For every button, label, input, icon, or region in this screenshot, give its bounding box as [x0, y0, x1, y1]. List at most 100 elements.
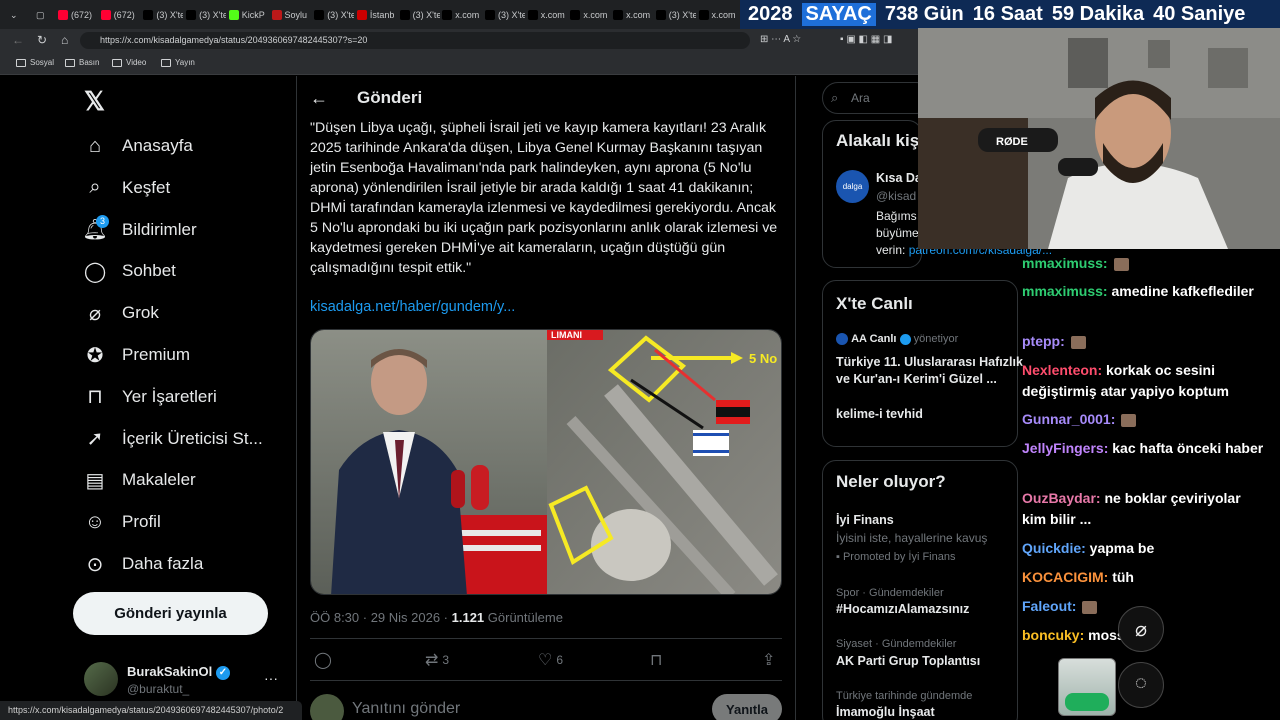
kick-icon	[228, 10, 239, 20]
webcam-image: RØDE	[918, 28, 1280, 249]
browser-tab[interactable]: (3) X'te	[186, 5, 226, 25]
trend-name[interactable]: #HocamızıAlamazsınız	[836, 602, 969, 616]
sidebar-item-bookmark[interactable]: ⊓ Yer İşaretleri	[84, 382, 217, 412]
back-arrow-icon[interactable]: ←	[310, 88, 328, 109]
grok-button[interactable]: ⌀	[1118, 606, 1164, 652]
browser-tab[interactable]: (3) X'te	[143, 5, 183, 25]
countdown-overlay: 2028 SAYAÇ 738 Gün 16 Saat 59 Dakika 40 …	[740, 0, 1280, 29]
like-button[interactable]: ♡ 6	[538, 650, 563, 670]
bookmark-video[interactable]: Video	[112, 58, 146, 67]
chat-username[interactable]: ptepp:	[1022, 333, 1065, 349]
avatar[interactable]	[84, 662, 118, 696]
reply-button[interactable]: ◯	[314, 650, 332, 670]
sidebar-item-home[interactable]: ⌂ Anasayfa	[84, 131, 193, 161]
counter-hours: 16 Saat	[972, 3, 1043, 25]
browser-tab[interactable]: (3) X'te	[655, 5, 696, 25]
workspace-icon[interactable]: ▢	[36, 5, 50, 25]
sidebar-item-grok[interactable]: ⌀ Grok	[84, 298, 159, 328]
sidebar-item-more[interactable]: ⊙ Daha fazla	[84, 549, 204, 579]
browser-tab[interactable]: (3) X'te	[485, 5, 525, 25]
reload-icon[interactable]: ↻	[37, 33, 47, 47]
browser-tab[interactable]: KickP	[228, 5, 269, 25]
browser-tab[interactable]: İstanb	[356, 5, 397, 25]
reply-input[interactable]: Yanıtını gönder	[352, 700, 460, 718]
address-toolbar: ← ↻ ⌂ https://x.com/kisadalgamedya/statu…	[0, 29, 920, 52]
account-name[interactable]: BurakSakinOl ✓	[127, 664, 230, 680]
home-icon[interactable]: ⌂	[61, 33, 68, 47]
bookmarks-bar: Sosyal Basın Video Yayın	[0, 52, 920, 75]
tweet-views: 1.121	[451, 610, 485, 625]
chat-icon: ◯	[83, 260, 107, 283]
sidebar-item-bell[interactable]: 🔔︎ 3 Bildirimler	[82, 214, 197, 245]
browser-tab[interactable]: (3) X'te	[399, 5, 440, 25]
tweet-link[interactable]: kisadalga.net/haber/gundem/y...	[310, 299, 515, 315]
tab-label: (3) X'te	[412, 10, 440, 20]
chat-username[interactable]: mmaximuss:	[1022, 255, 1108, 271]
trend-name[interactable]: İmamoğlu İnşaat	[836, 705, 935, 719]
chat-username[interactable]: KOCACIGIM:	[1022, 569, 1108, 585]
extensions-icon[interactable]: ⊞ ⋯ A ☆	[760, 34, 801, 45]
bookmark-yayin[interactable]: Yayın	[161, 58, 195, 67]
share-button[interactable]: ⇪	[762, 650, 775, 670]
back-icon[interactable]: ←	[12, 33, 24, 47]
x-logo-icon[interactable]: 𝕏	[84, 86, 105, 117]
chat-username[interactable]: Gunnar_0001:	[1022, 411, 1115, 427]
toolbar-icons[interactable]: ▪ ▣ ◧ ▦ ◨	[840, 34, 892, 45]
search-input[interactable]: Ara	[822, 82, 932, 114]
live-host-row[interactable]: AA Canlı yönetiyor	[836, 333, 958, 346]
bookmark-button[interactable]: ⊓	[650, 650, 662, 670]
related-name[interactable]: Kısa Da	[876, 171, 922, 185]
ad-title[interactable]: İyi Finans	[836, 513, 894, 527]
url-input[interactable]: https://x.com/kisadalgamedya/status/2049…	[80, 32, 750, 49]
browser-tab[interactable]: (3) X'te	[314, 5, 354, 25]
counter-label: SAYAÇ	[801, 3, 876, 26]
repost-count: 3	[442, 653, 450, 667]
chat-username[interactable]: Quickdie:	[1022, 540, 1086, 556]
sidebar-item-article[interactable]: ▤ Makaleler	[84, 465, 196, 495]
browser-tab[interactable]: x.com	[613, 5, 653, 25]
bookmark-basin[interactable]: Basın	[65, 58, 99, 67]
chat-username[interactable]: JellyFingers:	[1022, 440, 1108, 456]
tweet-text: "Düşen Libya uçağı, şüpheli İsrail jeti …	[310, 120, 778, 276]
account-more-icon[interactable]: ···	[264, 670, 278, 686]
browser-tab[interactable]: (672)	[100, 5, 141, 25]
tweet-media[interactable]: LIMANI 5 No	[310, 329, 782, 595]
live-item[interactable]: kelime-i tevhid	[836, 407, 923, 421]
repost-button[interactable]: ⇄ 3	[425, 650, 449, 670]
browser-tab[interactable]: x.com	[442, 5, 482, 25]
notification-badge: 3	[96, 214, 109, 228]
chat-text: kac hafta önceki haber	[1108, 440, 1264, 456]
sidebar-item-search[interactable]: ⌕ Keşfet	[84, 173, 170, 203]
messages-button[interactable]: ◌	[1118, 662, 1164, 708]
sidebar-item-chat[interactable]: ◯ Sohbet	[84, 256, 176, 286]
bookmark-sosyal[interactable]: Sosyal	[16, 58, 54, 67]
screen: { "browser": { "tabs": [ {"label": "(672…	[0, 0, 1280, 720]
sidebar-item-premium[interactable]: ✪ Premium	[84, 340, 190, 370]
browser-tab[interactable]: x.com	[570, 5, 610, 25]
tab-list-dropdown[interactable]: ⌄	[10, 5, 26, 25]
tweet-image[interactable]: LIMANI 5 No	[311, 330, 782, 595]
chat-username[interactable]: Nexlenteon:	[1022, 362, 1102, 378]
chat-username[interactable]: boncuky:	[1022, 627, 1084, 643]
post-button[interactable]: Gönderi yayınla	[73, 592, 268, 635]
sidebar-item-rocket[interactable]: ➚ İçerik Üreticisi St...	[84, 424, 263, 454]
trend-name[interactable]: AK Parti Grup Toplantısı	[836, 654, 980, 668]
browser-tab[interactable]: Soylu	[271, 5, 312, 25]
browser-tab[interactable]: x.com	[527, 5, 568, 25]
reply-submit-button[interactable]: Yanıtla	[712, 694, 782, 720]
sidebar-item-profile[interactable]: ☺ Profil	[84, 507, 161, 537]
chat-username[interactable]: OuzBaydar:	[1022, 490, 1101, 506]
chat-username[interactable]: Faleout:	[1022, 598, 1076, 614]
browser-tab[interactable]: (672)	[58, 5, 98, 25]
browser-tab[interactable]: x.com	[698, 5, 739, 25]
live-host-avatar	[836, 333, 848, 346]
sidebar-item-label: Makaleler	[122, 470, 196, 490]
related-avatar[interactable]: dalga	[836, 170, 869, 203]
chat-username[interactable]: mmaximuss:	[1022, 283, 1108, 299]
search-icon: ⌕	[831, 90, 839, 105]
youtube-icon	[58, 10, 68, 20]
counter-days: 738 Gün	[884, 3, 964, 25]
live-description[interactable]: Türkiye 11. Uluslararası Hafızlık ve Kur…	[836, 354, 1026, 388]
folder-icon	[112, 58, 122, 67]
repost-icon: ⇄	[425, 652, 439, 669]
